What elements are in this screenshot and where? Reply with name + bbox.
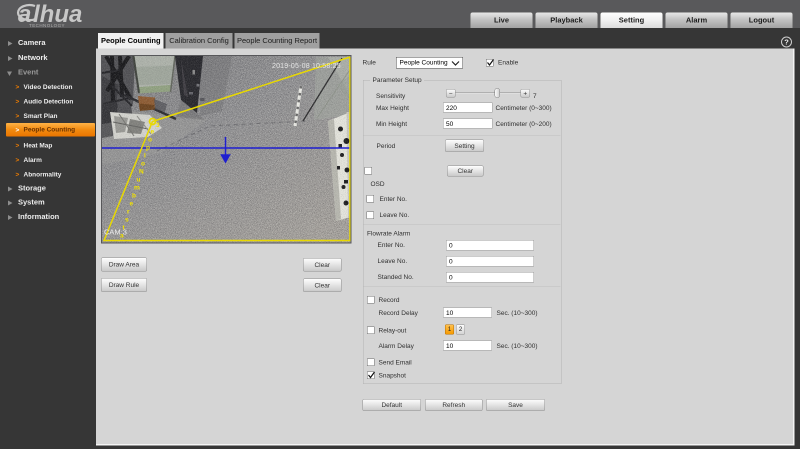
svg-text:e: e [151, 129, 155, 136]
svg-text:2019-05-08 10:58:25: 2019-05-08 10:58:25 [272, 63, 341, 70]
svg-text:o: o [148, 137, 152, 144]
svg-text:p: p [146, 145, 150, 152]
svg-text:TECHNOLOGY: TECHNOLOGY [29, 23, 65, 28]
svg-text:e: e [130, 201, 134, 208]
svg-text:u: u [137, 177, 141, 184]
svg-text:l: l [144, 153, 146, 160]
svg-text:m: m [134, 185, 140, 192]
svg-text:3: 3 [156, 122, 160, 129]
svg-text:o: o [141, 161, 145, 168]
svg-text:s: s [125, 217, 129, 224]
svg-text:N: N [139, 169, 144, 176]
svg-text:b: b [132, 193, 136, 200]
svg-text:CAM 3: CAM 3 [104, 228, 127, 237]
